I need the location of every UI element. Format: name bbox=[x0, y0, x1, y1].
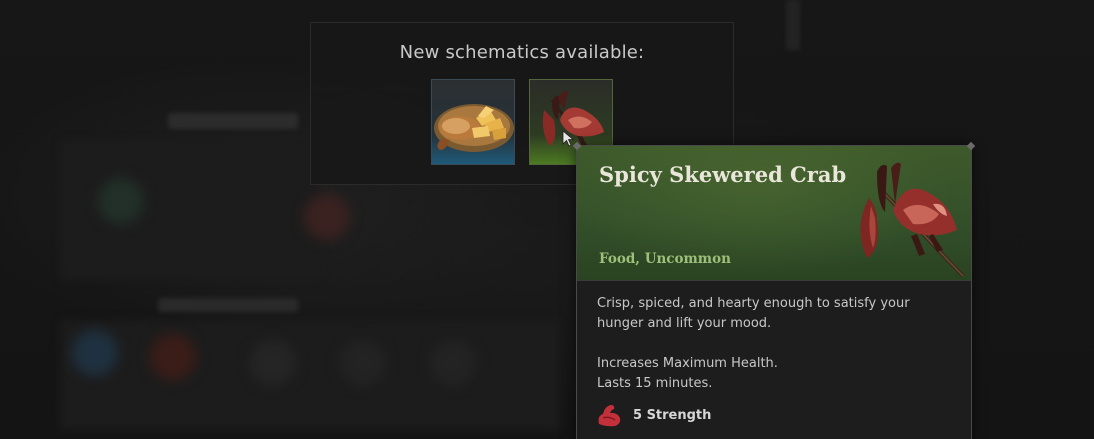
item-description: Crisp, spiced, and hearty enough to sati… bbox=[597, 296, 910, 331]
crab-skewer-icon bbox=[860, 162, 965, 278]
background-icon bbox=[340, 340, 386, 386]
item-name: Spicy Skewered Crab bbox=[599, 162, 847, 187]
background-label bbox=[158, 298, 298, 312]
flexed-arm-icon bbox=[598, 405, 621, 427]
background-icon bbox=[72, 330, 118, 376]
schematic-slot-plate-food[interactable] bbox=[431, 79, 515, 165]
stat-label: 5 Strength bbox=[633, 407, 712, 423]
effect-line: Lasts 15 minutes. bbox=[597, 376, 713, 391]
background-panel bbox=[60, 320, 560, 430]
tooltip-header: Spicy Skewered Crab Food, Uncommon bbox=[577, 146, 971, 281]
background-icon bbox=[98, 178, 144, 224]
plate-food-icon bbox=[434, 104, 514, 152]
item-type: Food, Uncommon bbox=[599, 251, 731, 267]
background-icon bbox=[430, 340, 476, 386]
background-icon bbox=[304, 194, 350, 240]
background-icon bbox=[150, 334, 196, 380]
effect-line: Increases Maximum Health. bbox=[597, 356, 778, 371]
background-label bbox=[168, 113, 298, 129]
item-tooltip: Spicy Skewered Crab Food, Uncommon Crisp… bbox=[572, 141, 976, 439]
item-effects: Increases Maximum Health. Lasts 15 minut… bbox=[597, 354, 778, 394]
game-screen: New schematics available: Spicy Skewered… bbox=[0, 0, 1094, 439]
stat-row: 5 Strength bbox=[595, 402, 711, 428]
background-icon bbox=[250, 340, 296, 386]
background-scrollbar bbox=[786, 0, 800, 50]
notification-title: New schematics available: bbox=[399, 42, 645, 63]
